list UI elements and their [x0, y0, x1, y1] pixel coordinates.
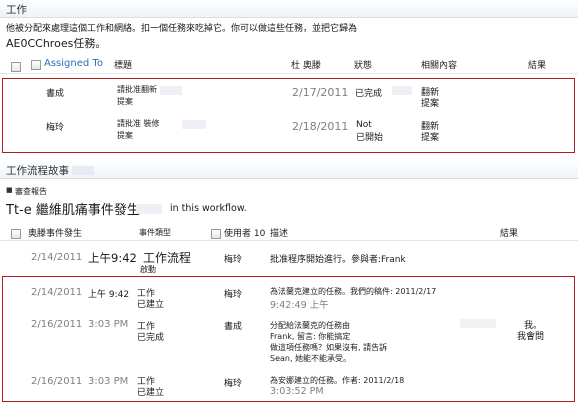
- assigned-to-sort-checkbox[interactable]: [31, 60, 41, 70]
- history-description-line3: 做這項任務嗎？如果沒有, 請告訴: [270, 343, 388, 352]
- task-title-smudge: [182, 120, 206, 129]
- history-outcome-smudge: [460, 319, 496, 328]
- history-date: 2/16/2011: [31, 319, 83, 330]
- task-related-line2[interactable]: 提案: [421, 130, 439, 143]
- column-header-due-date[interactable]: 杜 奧滕: [291, 58, 321, 71]
- history-date: 2/14/2011: [31, 252, 83, 263]
- tasks-section-header: 工作: [0, 0, 578, 18]
- select-all-tasks-checkbox[interactable]: [11, 62, 21, 72]
- column-header-title[interactable]: 標題: [114, 58, 132, 71]
- history-time: 3:03 PM: [88, 376, 129, 387]
- column-header-user-id[interactable]: 使用者 10: [224, 226, 265, 239]
- task-due-date: 2/18/2011: [292, 120, 349, 133]
- history-headline-suffix: in this workflow.: [170, 203, 247, 214]
- history-user: 梅玲: [224, 290, 243, 300]
- review-report-link[interactable]: 審查報告: [15, 186, 47, 197]
- history-date: 2/16/2011: [31, 376, 83, 387]
- tasks-description-line2: AE0CChroes任務。: [6, 37, 107, 50]
- history-title-smudge: [72, 166, 94, 175]
- tasks-header-divider: [0, 73, 578, 74]
- history-user: 書成: [224, 322, 243, 332]
- task-status-line1: Not: [356, 120, 372, 130]
- history-description-line2: 9:42:49 上午: [270, 300, 329, 311]
- history-user: 梅玲: [224, 379, 243, 389]
- task-title-smudge: [160, 86, 182, 95]
- column-header-assigned-to[interactable]: Assigned To: [44, 58, 103, 69]
- history-user: 梅玲: [224, 255, 243, 265]
- history-time: 3:03 PM: [88, 319, 129, 330]
- history-event-line2: 已建立: [137, 388, 165, 398]
- task-status-line2: 已開始: [356, 133, 384, 143]
- tasks-highlight-box: [2, 78, 575, 153]
- task-due-date: 2/17/2011: [292, 86, 349, 99]
- column-header-date-occurred[interactable]: 奥滕事件發生: [28, 226, 82, 239]
- history-description-line1: 為法蘭克建立的任務。我們的稿件: 2011/2/17: [270, 287, 437, 296]
- history-header-divider: [0, 240, 578, 241]
- column-header-related[interactable]: 相關內容: [421, 58, 457, 71]
- task-assigned-to: 書成: [46, 89, 65, 99]
- task-related-line2[interactable]: 提案: [421, 96, 439, 109]
- history-description-line1: 為安娜建立的任務。作者: 2011/2/18: [270, 376, 405, 385]
- history-headline-smudge: [136, 204, 162, 214]
- select-all-history-checkbox[interactable]: [11, 229, 21, 239]
- task-assigned-to: 梅玲: [46, 123, 65, 133]
- task-status-line1: 已完成: [355, 89, 383, 99]
- column-header-event-type[interactable]: 事件類型: [139, 227, 171, 238]
- column-header-history-outcome[interactable]: 結果: [500, 226, 518, 239]
- history-description-line2: 3:03:52 PM: [270, 386, 324, 397]
- history-date: 2/14/2011: [31, 287, 83, 298]
- history-description-line1: 批准程序開始進行。參與者:Frank: [270, 255, 406, 265]
- history-event-line2: 已建立: [137, 300, 165, 310]
- task-title-line1[interactable]: 請批准翻新: [117, 84, 157, 95]
- history-event-line2: 啟動: [140, 265, 156, 274]
- column-header-outcome[interactable]: 結果: [528, 58, 546, 71]
- column-header-description[interactable]: 描述: [270, 226, 288, 239]
- tasks-description-line1: 他被分配來處理這個工作和網絡。扣一個任務來吃掉它。你可以做這些任務，並把它歸為: [6, 24, 358, 34]
- task-title-line2[interactable]: 提案: [117, 130, 133, 141]
- history-description-line1: 分配給法蘭克的任務由: [270, 321, 350, 330]
- history-section-title: 工作流程故事: [6, 165, 69, 177]
- history-description-line4: Sean, 她能不能承受。: [270, 354, 352, 363]
- task-title-line1[interactable]: 請批准 裝修: [117, 118, 160, 129]
- task-title-line2[interactable]: 提案: [117, 96, 133, 107]
- history-event-line2: 已完成: [137, 333, 165, 343]
- user-id-sort-checkbox[interactable]: [211, 229, 221, 239]
- task-status-smudge: [392, 86, 412, 95]
- history-outcome-line2: 我會問: [517, 332, 545, 342]
- history-description-line2: Frank, 留言: 你能搞定: [270, 332, 351, 341]
- bullet-icon: ■: [6, 186, 13, 194]
- column-header-status[interactable]: 狀態: [354, 58, 372, 71]
- history-headline: Tt-e 繼維肌痛事件發生: [6, 203, 140, 218]
- tasks-section-title: 工作: [6, 4, 27, 16]
- history-time: 上午9:42: [88, 251, 137, 265]
- history-time: 上午 9:42: [88, 290, 130, 300]
